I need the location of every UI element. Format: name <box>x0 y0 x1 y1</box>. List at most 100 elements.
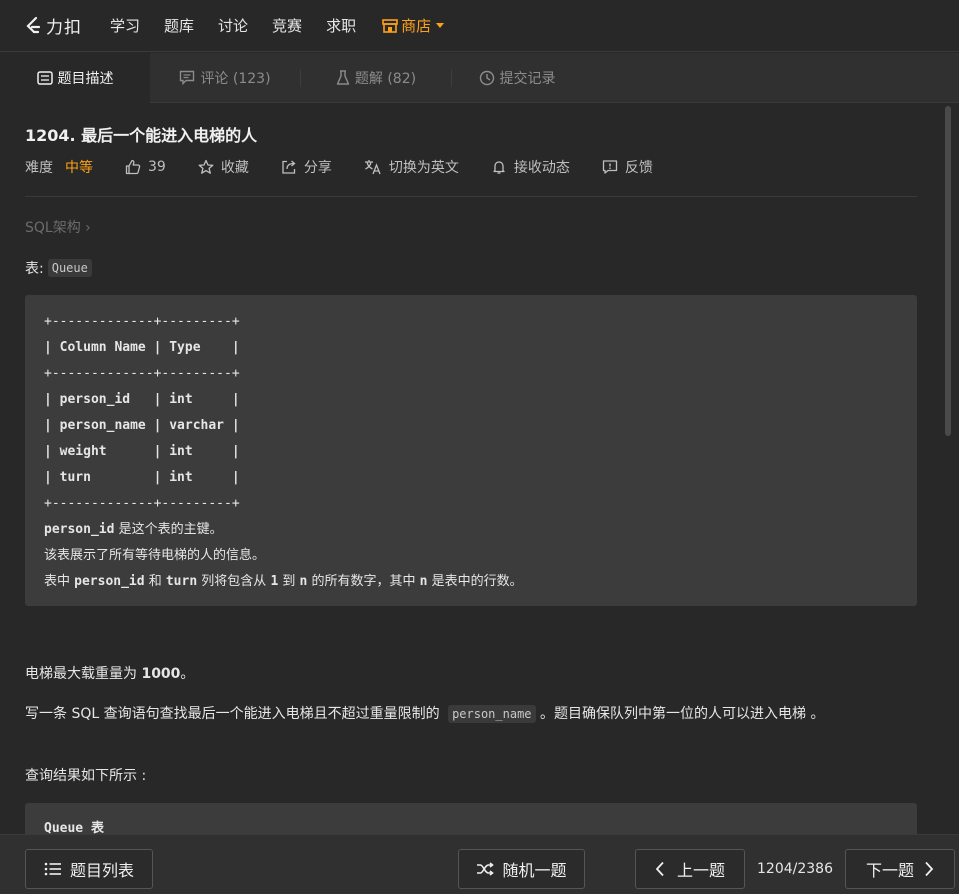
leetcode-logo-icon <box>26 16 41 33</box>
feedback-icon <box>602 160 617 174</box>
tab-comments-label: 评论 (123) <box>200 70 271 87</box>
favorite-label: 收藏 <box>220 160 249 176</box>
problem-meta: 难度 中等 39 收藏 分享 切换为英文 接收动态 反馈 <box>25 157 653 177</box>
note-text: 是表中的行数。 <box>427 574 523 589</box>
share-icon <box>282 160 296 174</box>
like-button[interactable]: 39 <box>125 159 166 175</box>
p2-text: 写一条 SQL 查询语句查找最后一个能进入电梯且不超过重量限制的 <box>25 706 445 722</box>
problem-tabs: 题目描述 评论 (123) 题解 (82) 提交记录 <box>0 52 959 103</box>
share-button[interactable]: 分享 <box>281 157 332 177</box>
example-code-block: Queue 表 <box>25 803 917 834</box>
content-scrollbar[interactable] <box>945 106 951 436</box>
switch-language-label: 切换为英文 <box>388 160 459 176</box>
tab-submissions[interactable]: 提交记录 <box>452 53 582 103</box>
table-name-code: Queue <box>47 259 92 277</box>
example-code-line: Queue 表 <box>44 821 104 834</box>
translate-icon <box>364 160 381 175</box>
schema-note-primary-key: person_id 是这个表的主键。 <box>44 517 898 543</box>
weight-limit-paragraph: 电梯最大载重量为 1000。 <box>25 662 194 686</box>
bell-icon <box>493 161 505 174</box>
note-text: 的所有数字，其中 <box>307 574 420 589</box>
subscribe-button[interactable]: 接收动态 <box>491 157 570 177</box>
shuffle-icon <box>477 862 495 876</box>
schema-code-block: +-------------+---------+ | Column Name … <box>25 295 917 606</box>
subscribe-label: 接收动态 <box>513 160 570 176</box>
nav-contest[interactable]: 竞赛 <box>272 15 302 36</box>
document-icon <box>36 70 53 85</box>
p1-text: 电梯最大载重量为 <box>25 666 142 682</box>
list-icon <box>44 862 61 876</box>
schema-line: | turn | int | <box>44 470 240 485</box>
tab-solutions-label: 题解 (82) <box>354 70 417 87</box>
favorite-button[interactable]: 收藏 <box>198 157 249 177</box>
next-problem-button[interactable]: 下一题 <box>845 849 955 889</box>
schema-line: +-------------+---------+ <box>44 366 240 381</box>
schema-note-description: 该表展示了所有等待电梯的人的信息。 <box>44 548 266 563</box>
clock-icon <box>479 70 494 85</box>
tab-comments[interactable]: 评论 (123) <box>150 53 300 103</box>
tab-description-label: 题目描述 <box>57 70 114 87</box>
switch-language-button[interactable]: 切换为英文 <box>364 157 459 177</box>
person-name-code: person_name <box>448 705 536 723</box>
like-count: 39 <box>148 159 166 175</box>
schema-note-columns: 表中 person_id 和 turn 列将包含从 1 到 n 的所有数字，其中… <box>44 569 898 595</box>
note-text: 到 <box>278 574 300 589</box>
tab-description[interactable]: 题目描述 <box>0 52 150 103</box>
star-icon <box>198 159 214 174</box>
tab-submissions-label: 提交记录 <box>499 70 556 87</box>
schema-line: | person_id | int | <box>44 392 240 407</box>
note-text: 表中 <box>44 574 75 589</box>
feedback-label: 反馈 <box>624 160 653 176</box>
shop-icon <box>382 18 398 33</box>
schema-line: +-------------+---------+ <box>44 496 240 511</box>
footer-bar: 题目列表 随机一题 上一题 1204/2386 下一题 <box>0 834 959 894</box>
previous-problem-label: 上一题 <box>676 861 725 880</box>
random-problem-label: 随机一题 <box>502 861 567 880</box>
problem-content: 1204. 最后一个能进入电梯的人 难度 中等 39 收藏 分享 切换为英文 接… <box>0 104 943 834</box>
chevron-left-icon <box>655 861 664 877</box>
nav-learn[interactable]: 学习 <box>110 15 140 36</box>
problem-title: 1204. 最后一个能进入电梯的人 <box>25 126 258 145</box>
problem-list-label: 题目列表 <box>69 861 134 880</box>
nav-discuss[interactable]: 讨论 <box>218 15 248 36</box>
difficulty-label: 难度 <box>25 160 53 176</box>
note-text: 是这个表的主键。 <box>114 522 223 537</box>
p1-bold: 1000 <box>141 666 181 682</box>
difficulty-badge: 中等 <box>65 160 93 176</box>
logo[interactable]: 力扣 <box>24 13 88 38</box>
schema-line: | Column Name | Type | <box>44 340 240 355</box>
flask-icon <box>336 69 350 85</box>
schema-line: | person_name | varchar | <box>44 418 240 433</box>
comment-icon <box>180 70 195 85</box>
random-problem-button[interactable]: 随机一题 <box>458 849 585 889</box>
note-code: turn <box>165 574 198 589</box>
previous-problem-button[interactable]: 上一题 <box>635 849 745 889</box>
note-text: 列将包含从 <box>197 574 271 589</box>
schema-line: | weight | int | <box>44 444 240 459</box>
share-label: 分享 <box>303 160 332 176</box>
schema-line: +-------------+---------+ <box>44 314 240 329</box>
problem-list-button[interactable]: 题目列表 <box>25 849 153 889</box>
next-problem-label: 下一题 <box>865 861 914 880</box>
feedback-button[interactable]: 反馈 <box>602 157 653 177</box>
note-text: 和 <box>144 574 166 589</box>
meta-divider <box>25 196 917 197</box>
p1-end: 。 <box>180 666 195 682</box>
nav-jobs[interactable]: 求职 <box>326 15 356 36</box>
nav-problemset[interactable]: 题库 <box>164 15 194 36</box>
chevron-down-icon <box>436 23 445 28</box>
brand-name: 力扣 <box>46 18 82 38</box>
nav-shop-label: 商店 <box>401 17 432 35</box>
top-nav: 力扣 学习 题库 讨论 竞赛 求职 商店 <box>0 0 959 52</box>
note-code: person_id <box>74 574 145 589</box>
table-intro: 表: Queue <box>25 258 92 278</box>
table-label: 表: <box>25 261 44 277</box>
nav-shop[interactable]: 商店 <box>382 15 445 36</box>
thumbs-up-icon <box>125 159 141 175</box>
tab-solutions[interactable]: 题解 (82) <box>301 53 451 103</box>
problem-pager: 1204/2386 <box>757 861 833 877</box>
task-paragraph: 写一条 SQL 查询语句查找最后一个能进入电梯且不超过重量限制的 person_… <box>25 702 915 726</box>
breadcrumb[interactable]: SQL架构 › <box>25 217 91 237</box>
p2-end: 。题目确保队列中第一位的人可以进入电梯 。 <box>535 706 825 722</box>
result-intro: 查询结果如下所示 : <box>25 768 147 784</box>
